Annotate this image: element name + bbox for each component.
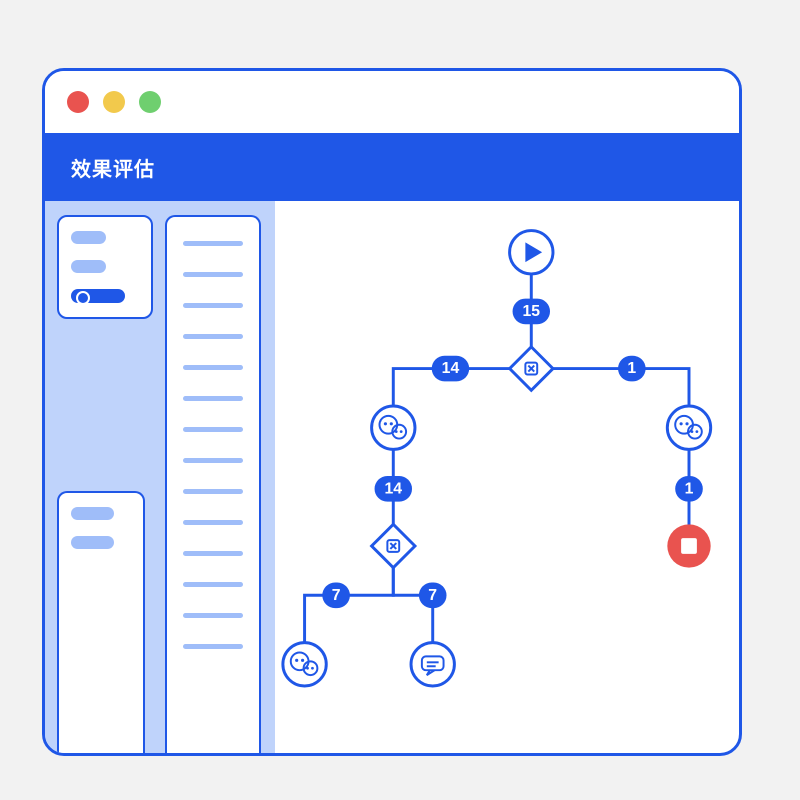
flowchart: 15 14 1 14 1 7 7 xyxy=(275,201,739,753)
flow-node-message[interactable] xyxy=(411,643,454,686)
titlebar xyxy=(45,71,739,133)
header-bar: 效果评估 xyxy=(45,133,739,201)
edge-count: 7 xyxy=(428,587,437,604)
sidebar-list xyxy=(165,215,261,753)
edge-count: 15 xyxy=(523,303,541,320)
list-item[interactable] xyxy=(183,334,243,339)
flow-canvas[interactable]: 15 14 1 14 1 7 7 xyxy=(275,201,739,753)
minimize-icon[interactable] xyxy=(103,91,125,113)
list-item[interactable] xyxy=(183,644,243,649)
edge-count: 1 xyxy=(627,360,636,377)
sidebar-panel-bottom xyxy=(57,491,145,753)
page-title: 效果评估 xyxy=(71,153,155,182)
list-item[interactable] xyxy=(183,365,243,370)
flow-node-wechat[interactable] xyxy=(283,643,326,686)
app-window: 效果评估 15 14 1 14 1 7 7 xyxy=(42,68,742,756)
sidebar-item-selected[interactable] xyxy=(71,289,125,303)
list-item[interactable] xyxy=(183,582,243,587)
flow-edge xyxy=(531,369,689,428)
sidebar-item[interactable] xyxy=(71,536,114,549)
list-item[interactable] xyxy=(183,272,243,277)
flow-node-decision[interactable] xyxy=(510,347,553,390)
list-item[interactable] xyxy=(183,520,243,525)
list-item[interactable] xyxy=(183,489,243,494)
flow-node-play[interactable] xyxy=(510,231,553,274)
flow-node-stop[interactable] xyxy=(667,524,710,567)
edge-count: 7 xyxy=(332,587,341,604)
list-item[interactable] xyxy=(183,551,243,556)
close-icon[interactable] xyxy=(67,91,89,113)
edge-count: 14 xyxy=(442,360,460,377)
sidebar xyxy=(45,201,275,753)
edge-count: 14 xyxy=(385,480,403,497)
edge-count: 1 xyxy=(685,480,694,497)
list-item[interactable] xyxy=(183,427,243,432)
sidebar-panel-top xyxy=(57,215,153,319)
list-item[interactable] xyxy=(183,396,243,401)
list-item[interactable] xyxy=(183,241,243,246)
flow-node-wechat[interactable] xyxy=(667,406,710,449)
sidebar-item[interactable] xyxy=(71,260,106,273)
maximize-icon[interactable] xyxy=(139,91,161,113)
flow-node-wechat[interactable] xyxy=(372,406,415,449)
sidebar-item[interactable] xyxy=(71,507,114,520)
list-item[interactable] xyxy=(183,613,243,618)
list-item[interactable] xyxy=(183,303,243,308)
sidebar-item[interactable] xyxy=(71,231,106,244)
flow-node-decision[interactable] xyxy=(372,524,415,567)
list-item[interactable] xyxy=(183,458,243,463)
